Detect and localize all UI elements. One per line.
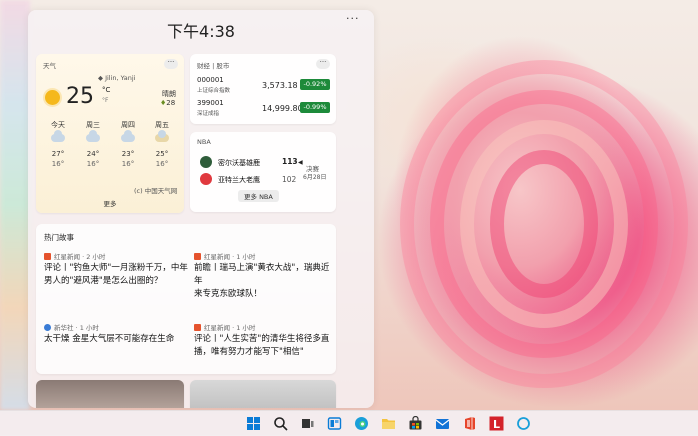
hawks-logo-icon	[200, 173, 212, 185]
forecast-low: 16°	[51, 160, 65, 168]
forecast-low: 16°	[121, 160, 135, 168]
weather-menu-button[interactable]: ···	[164, 59, 178, 69]
cortana-icon[interactable]	[516, 416, 531, 431]
team2-score: 102	[282, 175, 297, 184]
unit-celsius-toggle[interactable]: °C	[102, 86, 110, 94]
team1-name: 密尔沃基雄鹿	[218, 159, 260, 167]
stock-code: 000001	[197, 76, 224, 84]
team1-score: 113	[282, 157, 298, 166]
news-headline-line2: 男人的"避风港"是怎么出圈的？	[44, 276, 163, 286]
top-stories-widget: 热门故事 红星新闻 · 2 小时 评论丨"钓鱼大师"一月涨粉千万，中年 男人的"…	[36, 224, 336, 374]
winner-arrow-icon: ◀	[298, 159, 303, 166]
weather-title: 天气	[43, 62, 56, 70]
forecast-day[interactable]: 周五 25° 16°	[149, 120, 175, 168]
news-source: 红星新闻 · 1 小时	[204, 324, 256, 332]
task-view-icon[interactable]	[300, 416, 315, 431]
location-pin-icon: ◆	[98, 74, 103, 82]
forecast-day[interactable]: 周三 24° 16°	[80, 120, 106, 168]
forecast-high: 23°	[121, 150, 135, 158]
app-l-icon[interactable]: L	[489, 416, 504, 431]
cloudy-icon	[121, 130, 135, 142]
aqi-value: 28	[166, 99, 176, 107]
stock-menu-button[interactable]: ···	[316, 59, 330, 69]
unit-fahrenheit-toggle[interactable]: °F	[102, 97, 108, 104]
panel-menu-button[interactable]: ···	[346, 12, 360, 25]
weather-temperature: 25	[66, 84, 94, 109]
news-source-icon	[44, 253, 51, 260]
stock-price: 3,573.18	[262, 81, 298, 90]
weather-location-text: Jilin, Yanji	[105, 74, 136, 82]
forecast-high: 24°	[86, 150, 100, 158]
stock-change-badge: -0.99%	[300, 102, 330, 113]
nba-title: NBA	[197, 138, 211, 146]
news-headline-line1: 评论丨"钓鱼大师"一月涨粉千万，中年	[44, 263, 188, 273]
cloudy-icon	[86, 130, 100, 142]
news-source: 红星新闻 · 1 小时	[204, 253, 256, 261]
taskbar: L	[0, 410, 698, 436]
news-source: 红星新闻 · 2 小时	[54, 253, 106, 261]
bucks-logo-icon	[200, 156, 212, 168]
news-headline-line2: 播，唯有努力才能写下"相信"	[194, 347, 304, 357]
widgets-icon[interactable]	[327, 416, 342, 431]
widgets-panel: 下午4:38 ··· 天气 ··· ◆ Jilin, Yanji 25 °C °…	[28, 10, 374, 408]
news-headline-line1: 太干燥 金星大气层不可能存在生命	[44, 334, 175, 344]
store-icon[interactable]	[408, 415, 423, 431]
search-icon[interactable]	[273, 416, 288, 431]
sun-icon	[45, 90, 60, 105]
stock-change-badge: -0.92%	[300, 79, 330, 90]
weather-more-link[interactable]: 更多	[36, 198, 184, 208]
team2-name: 亚特兰大老鹰	[218, 176, 260, 184]
forecast-day-label: 今天	[51, 121, 65, 129]
file-explorer-icon[interactable]	[381, 416, 396, 431]
office-icon[interactable]	[462, 416, 477, 431]
windows-start-icon[interactable]	[246, 416, 261, 431]
stock-price: 14,999.80	[262, 104, 303, 113]
mail-icon[interactable]	[435, 416, 450, 431]
stock-name: 上证综合指数	[197, 88, 231, 94]
weather-source: (c) 中国天气网	[134, 187, 178, 195]
weather-condition: 晴朗	[162, 90, 176, 98]
forecast-day-label: 周五	[155, 121, 169, 129]
news-source: 新华社 · 1 小时	[54, 324, 99, 332]
news-headline-line1: 前瞻丨瑞马上演"黄衣大战"，瑞典近年	[194, 263, 330, 286]
stock-widget[interactable]: 财经 | 股市 ··· 000001 上证综合指数 3,573.18 -0.92…	[190, 54, 336, 124]
weather-location[interactable]: ◆ Jilin, Yanji	[98, 74, 135, 82]
background-app-blur	[0, 0, 30, 410]
forecast-low: 16°	[86, 160, 100, 168]
news-headline-line2: 来专克东欧球队！	[194, 289, 263, 299]
weather-widget[interactable]: 天气 ··· ◆ Jilin, Yanji 25 °C °F 晴朗 ♦28 今天…	[36, 54, 184, 213]
aqi-display: ♦28	[160, 99, 175, 107]
stock-name: 深证成指	[197, 111, 220, 117]
forecast-high: 27°	[51, 150, 65, 158]
stock-code: 399001	[197, 99, 224, 107]
edge-icon[interactable]	[354, 416, 369, 431]
forecast-day-label: 周四	[121, 121, 135, 129]
news-headline-line1: 评论丨"人生实苦"的清华生将径多直	[194, 334, 330, 344]
news-image-card[interactable]	[36, 380, 184, 408]
forecast-day[interactable]: 今天 27° 16°	[45, 120, 71, 168]
forecast-low: 16°	[155, 160, 169, 168]
news-title: 热门故事	[44, 233, 74, 242]
forecast-high: 25°	[155, 150, 169, 158]
forecast-day-label: 周三	[86, 121, 100, 129]
svg-text:L: L	[493, 418, 500, 431]
nba-widget[interactable]: NBA 密尔沃基雄鹿 113 ◀ 亚特兰大老鹰 102 决赛 6月28日 更多 …	[190, 132, 336, 212]
partly-cloudy-icon	[51, 130, 65, 142]
news-source-icon	[194, 324, 201, 331]
news-source-icon	[194, 253, 201, 260]
clock-time: 下午4:38	[167, 22, 235, 41]
partly-cloudy-icon	[155, 130, 169, 142]
news-image-card[interactable]	[190, 380, 336, 408]
forecast-day[interactable]: 周四 23° 16°	[115, 120, 141, 168]
news-source-icon	[44, 324, 51, 331]
game-date: 6月28日	[303, 174, 327, 181]
stock-title: 财经 | 股市	[197, 62, 230, 70]
nba-more-button[interactable]: 更多 NBA	[238, 190, 279, 202]
